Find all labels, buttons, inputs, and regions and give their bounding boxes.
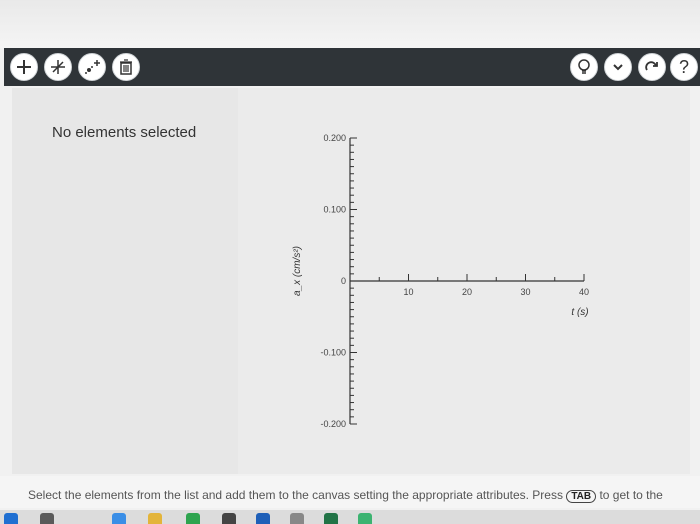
instruction-text: Select the elements from the list and ad…	[28, 488, 663, 503]
chrome-icon[interactable]	[358, 513, 372, 524]
start-icon[interactable]	[4, 513, 18, 524]
app-icon[interactable]	[222, 513, 236, 524]
selection-status: No elements selected	[52, 124, 197, 141]
element-panel: No elements selected	[12, 88, 238, 474]
y-axis-label: a_x (cm/s²)	[292, 246, 303, 296]
redo-icon	[645, 61, 658, 71]
toolbar: ?	[4, 48, 700, 86]
axis-tool-icon	[51, 60, 65, 74]
y-tick-label: -0.100	[320, 348, 346, 358]
dropdown-button[interactable]	[604, 53, 632, 81]
add-point-icon	[85, 60, 100, 74]
x-tick-label: 20	[462, 287, 472, 297]
search-icon[interactable]	[40, 513, 54, 524]
y-tick-label: 0.200	[323, 133, 346, 143]
help-button[interactable]: ?	[670, 53, 698, 81]
acceleration-chart[interactable]: 0.200 0.100 0 -0.100 -0.200 10 20 30 40 t (s) a…	[238, 88, 690, 474]
instruction-before: Select the elements from the list and ad…	[28, 488, 563, 502]
x-tick-label: 40	[579, 287, 589, 297]
add-point-button[interactable]	[78, 53, 106, 81]
trash-icon	[120, 59, 132, 75]
photos-icon[interactable]	[290, 513, 304, 524]
graph-canvas[interactable]: 0.200 0.100 0 -0.100 -0.200 10 20 30 40 t (s) a…	[238, 88, 690, 474]
chevron-down-icon	[613, 64, 623, 71]
hint-button[interactable]	[570, 53, 598, 81]
folder-icon[interactable]	[148, 513, 162, 524]
top-strip	[0, 0, 700, 48]
x-tick-label: 30	[520, 287, 530, 297]
redo-button[interactable]	[638, 53, 666, 81]
delete-button[interactable]	[112, 53, 140, 81]
tab-key: TAB	[566, 490, 597, 503]
y-tick-label: 0.100	[323, 205, 346, 215]
y-tick-label: 0	[341, 276, 346, 286]
lightbulb-icon	[578, 59, 590, 74]
excel-icon[interactable]	[324, 513, 338, 524]
mail-icon[interactable]	[256, 513, 270, 524]
axis-tool-button[interactable]	[44, 53, 72, 81]
x-axis-label: t (s)	[571, 307, 588, 318]
add-button[interactable]	[10, 53, 38, 81]
taskbar	[0, 510, 700, 524]
add-icon	[17, 60, 31, 74]
x-tick-label: 10	[403, 287, 413, 297]
y-tick-label: -0.200	[320, 419, 346, 429]
store-icon[interactable]	[186, 513, 200, 524]
instruction-after: to get to the	[599, 488, 663, 502]
help-icon: ?	[678, 56, 689, 77]
edge-icon[interactable]	[112, 513, 126, 524]
instruction-bar: Select the elements from the list and ad…	[0, 476, 700, 508]
